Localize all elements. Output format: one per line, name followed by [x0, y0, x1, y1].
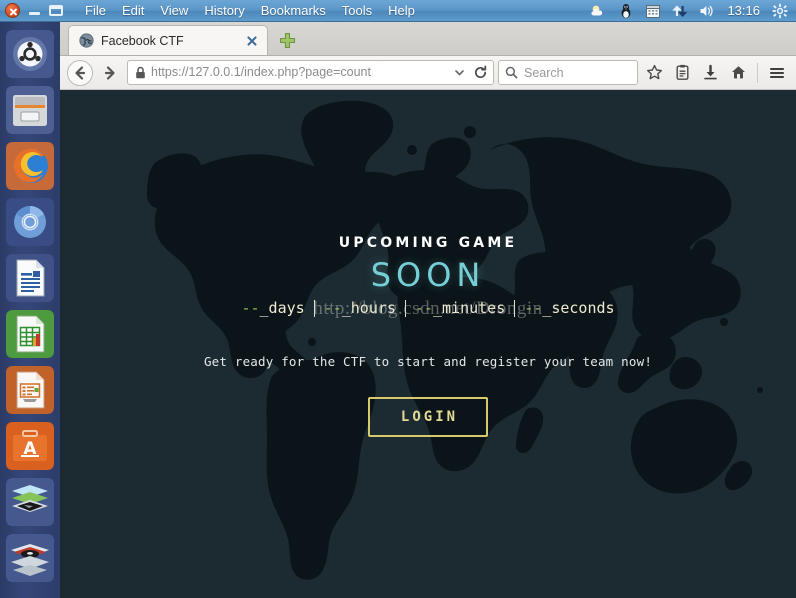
search-box[interactable]: Search	[498, 60, 638, 85]
countdown-seconds-value: --	[524, 299, 543, 317]
unity-launcher: A	[0, 22, 60, 598]
page-content: UPCOMING GAME SOON -- _days -- _hours --	[60, 90, 796, 598]
search-placeholder: Search	[524, 65, 564, 80]
menu-bar: File Edit View History Bookmarks Tools H…	[77, 2, 423, 19]
home-icon[interactable]	[726, 61, 750, 85]
linux-penguin-icon[interactable]	[617, 3, 635, 19]
gear-icon[interactable]	[771, 3, 789, 19]
hamburger-menu-icon[interactable]	[765, 61, 789, 85]
navigation-toolbar: https://127.0.0.1/index.php?page=count S…	[60, 56, 796, 90]
menu-file[interactable]: File	[77, 2, 114, 19]
url-text: https://127.0.0.1/index.php?page=count	[151, 65, 371, 79]
launcher-item-libreoffice-calc[interactable]	[6, 310, 54, 358]
launcher-item-libreoffice-impress[interactable]	[6, 366, 54, 414]
countdown-days-value: --	[241, 299, 260, 317]
reading-list-icon[interactable]	[670, 61, 694, 85]
reload-icon[interactable]	[473, 65, 488, 80]
page-heading: UPCOMING GAME	[338, 235, 518, 251]
menu-history[interactable]: History	[196, 2, 252, 19]
launcher-item-files[interactable]	[6, 86, 54, 134]
minimize-window-button[interactable]	[28, 5, 41, 16]
menu-edit[interactable]: Edit	[114, 2, 152, 19]
launcher-item-workspace-switcher[interactable]	[6, 478, 54, 526]
launcher-item-firefox[interactable]	[6, 142, 54, 190]
countdown-hours-value: --	[323, 299, 342, 317]
volume-icon[interactable]	[698, 3, 716, 19]
bookmark-star-icon[interactable]	[642, 61, 666, 85]
launcher-item-ubuntu-software[interactable]: A	[6, 422, 54, 470]
window-controls	[0, 3, 63, 18]
system-tray: 13:16	[590, 3, 796, 19]
ctf-landing-content: UPCOMING GAME SOON -- _days -- _hours --	[60, 90, 796, 598]
maximize-window-button[interactable]	[49, 5, 63, 16]
countdown-seconds: -- _seconds	[515, 299, 614, 317]
launcher-item-libreoffice-writer[interactable]	[6, 254, 54, 302]
chevron-down-icon[interactable]	[454, 67, 465, 78]
firefox-window: Facebook CTF https://127.0.0.1/index.php…	[60, 22, 796, 598]
globe-icon	[79, 33, 94, 48]
new-tab-button[interactable]	[274, 27, 300, 53]
calendar-icon[interactable]	[644, 3, 662, 19]
status-badge: SOON	[370, 256, 486, 294]
countdown-days: -- _days	[241, 299, 313, 317]
search-icon	[505, 66, 518, 79]
launcher-item-ubuntu-dash[interactable]	[6, 30, 54, 78]
countdown-minutes-value: --	[414, 299, 433, 317]
padlock-icon	[135, 66, 146, 79]
weather-icon[interactable]	[590, 3, 608, 19]
close-window-button[interactable]	[5, 3, 20, 18]
tab-close-icon[interactable]	[245, 34, 259, 48]
menu-bookmarks[interactable]: Bookmarks	[253, 2, 334, 19]
countdown-timer: -- _days -- _hours -- _minutes -- _secon…	[241, 299, 614, 317]
menu-view[interactable]: View	[152, 2, 196, 19]
desktop: File Edit View History Bookmarks Tools H…	[0, 0, 796, 598]
countdown-minutes-unit: _minutes	[432, 299, 506, 317]
menu-tools[interactable]: Tools	[334, 2, 380, 19]
tab-strip: Facebook CTF	[60, 22, 796, 56]
countdown-minutes: -- _minutes	[406, 299, 514, 317]
tagline-text: Get ready for the CTF to start and regis…	[203, 354, 653, 369]
countdown-hours: -- _hours	[315, 299, 405, 317]
launcher-item-trash[interactable]	[6, 534, 54, 582]
countdown-seconds-unit: _seconds	[542, 299, 615, 317]
network-transfer-icon[interactable]	[671, 3, 689, 19]
countdown-days-unit: _days	[259, 299, 305, 317]
downloads-icon[interactable]	[698, 61, 722, 85]
countdown-hours-unit: _hours	[341, 299, 396, 317]
toolbar-divider	[757, 62, 758, 83]
menu-help[interactable]: Help	[380, 2, 423, 19]
login-button[interactable]: LOGIN	[367, 397, 489, 437]
back-arrow-icon[interactable]	[67, 59, 93, 86]
forward-arrow-icon[interactable]	[97, 60, 123, 86]
clock-time[interactable]: 13:16	[725, 3, 762, 18]
tab-title: Facebook CTF	[101, 33, 184, 48]
launcher-item-chromium[interactable]	[6, 198, 54, 246]
tab-facebook-ctf[interactable]: Facebook CTF	[68, 25, 268, 55]
address-bar[interactable]: https://127.0.0.1/index.php?page=count	[127, 60, 494, 85]
top-panel: File Edit View History Bookmarks Tools H…	[0, 0, 796, 22]
